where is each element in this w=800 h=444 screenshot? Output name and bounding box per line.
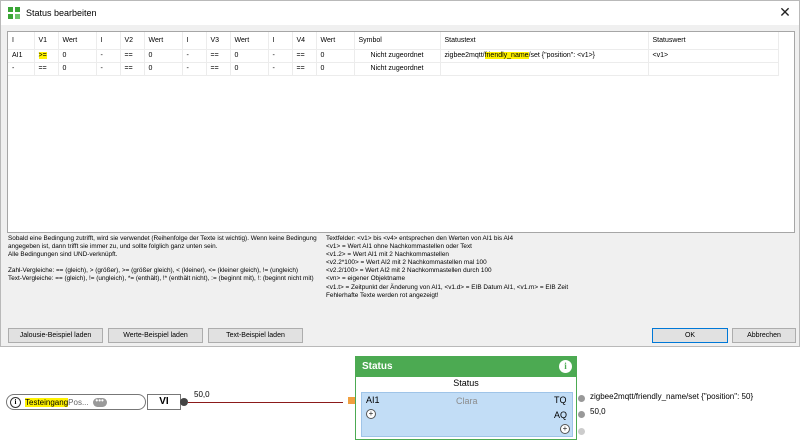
status-block-title: Status bbox=[362, 361, 393, 372]
table-cell[interactable]: 0 bbox=[316, 62, 355, 76]
status-table: I V1 Wert I V2 Wert I V3 Wert I V4 Wert … bbox=[7, 31, 795, 233]
operator-selected[interactable]: >= bbox=[38, 52, 47, 59]
status-edit-dialog: Status bearbeiten ✕ I V1 Wert I V2 Wert … bbox=[0, 0, 800, 347]
table-cell[interactable]: Nicht zugeordnet bbox=[354, 62, 441, 76]
table-cell[interactable]: == bbox=[292, 49, 317, 63]
table-cell[interactable]: 0 bbox=[58, 62, 97, 76]
app-icon bbox=[8, 7, 20, 19]
title-bar: Status bearbeiten ✕ bbox=[1, 1, 799, 25]
status-block-subtitle: Status bbox=[453, 378, 479, 388]
statustext-highlight: friendly_name bbox=[484, 52, 529, 59]
info-icon[interactable]: i bbox=[559, 360, 572, 373]
info-icon[interactable]: i bbox=[10, 396, 21, 408]
table-cell[interactable]: - bbox=[96, 49, 121, 63]
connection-wire[interactable] bbox=[188, 402, 343, 403]
input-node[interactable]: i Testeingang Pos... ••• bbox=[6, 394, 146, 410]
table-cell[interactable]: - bbox=[268, 49, 293, 63]
column-header: V4 bbox=[292, 32, 317, 50]
column-header: V1 bbox=[34, 32, 59, 50]
column-header: V3 bbox=[206, 32, 231, 50]
table-row[interactable]: AI1 >= 0 - == 0 - == 0 - == 0 Nicht zuge… bbox=[8, 49, 779, 63]
table-cell[interactable]: 0 bbox=[230, 49, 269, 63]
load-text-example-button[interactable]: Text-Beispiel laden bbox=[208, 328, 303, 343]
column-header: Wert bbox=[316, 32, 355, 50]
load-jalousie-example-button[interactable]: Jalousie-Beispiel laden bbox=[8, 328, 103, 343]
help-text-fields: Textfelder: <v1> bis <v4> entsprechen de… bbox=[326, 235, 569, 299]
statustext-part: /set {"position": <v1>} bbox=[528, 52, 596, 59]
table-cell[interactable]: == bbox=[292, 62, 317, 76]
column-header: I bbox=[8, 32, 35, 50]
table-cell[interactable]: == bbox=[120, 62, 145, 76]
table-cell[interactable]: >= bbox=[34, 49, 59, 63]
table-cell[interactable]: <v1> bbox=[648, 49, 779, 63]
more-options-icon[interactable]: ••• bbox=[92, 396, 107, 407]
table-cell[interactable]: - bbox=[8, 62, 35, 76]
table-row[interactable]: - == 0 - == 0 - == 0 - == 0 Nicht zugeor… bbox=[8, 62, 779, 76]
table-cell[interactable]: == bbox=[206, 49, 231, 63]
table-cell[interactable]: - bbox=[268, 62, 293, 76]
column-header: Symbol bbox=[354, 32, 441, 50]
table-cell[interactable]: 0 bbox=[144, 62, 183, 76]
load-values-example-button[interactable]: Werte-Beispiel laden bbox=[108, 328, 203, 343]
cancel-button[interactable]: Abbrechen bbox=[732, 328, 796, 343]
table-cell[interactable] bbox=[648, 62, 779, 76]
table-cell[interactable]: 0 bbox=[316, 49, 355, 63]
table-cell[interactable]: - bbox=[182, 49, 207, 63]
input-output-port[interactable] bbox=[180, 398, 188, 406]
table-cell[interactable]: 0 bbox=[58, 49, 97, 63]
table-cell[interactable]: == bbox=[206, 62, 231, 76]
column-header: Wert bbox=[58, 32, 97, 50]
table-cell[interactable]: AI1 bbox=[8, 49, 35, 63]
input-type-badge: VI bbox=[147, 394, 181, 410]
table-cell[interactable]: Nicht zugeordnet bbox=[354, 49, 441, 63]
output-tq-value: zigbee2mqtt/friendly_name/set {"position… bbox=[590, 392, 754, 401]
column-header: Wert bbox=[230, 32, 269, 50]
column-header: Wert bbox=[144, 32, 183, 50]
column-header: I bbox=[182, 32, 207, 50]
status-block-header: Status i bbox=[356, 357, 576, 377]
table-header-row: I V1 Wert I V2 Wert I V3 Wert I V4 Wert … bbox=[8, 32, 779, 50]
table-cell[interactable]: == bbox=[120, 49, 145, 63]
wire-value: 50,0 bbox=[194, 390, 210, 399]
output-aq-port[interactable] bbox=[578, 411, 585, 418]
output-tq-label: TQ bbox=[554, 395, 567, 405]
input-name-highlight: Testeingang bbox=[25, 397, 69, 407]
column-header: I bbox=[96, 32, 121, 50]
table-cell-statustext[interactable]: zigbee2mqtt/friendly_name/set {"position… bbox=[440, 49, 649, 63]
table-cell[interactable]: - bbox=[182, 62, 207, 76]
output-aq-label: AQ bbox=[554, 410, 568, 420]
column-header: Statustext bbox=[440, 32, 649, 50]
output-tq-port[interactable] bbox=[578, 395, 585, 402]
table-cell[interactable]: == bbox=[34, 62, 59, 76]
output-aq-value: 50,0 bbox=[590, 407, 606, 416]
status-block[interactable]: Status i Status AI1 Clara TQ AQ + + bbox=[355, 356, 577, 440]
input-port-label: AI1 bbox=[366, 395, 380, 405]
help-text-conditions: Sobald eine Bedingung zutrifft, wird sie… bbox=[8, 235, 317, 283]
close-icon[interactable]: ✕ bbox=[777, 5, 793, 21]
table-cell[interactable]: - bbox=[96, 62, 121, 76]
output-extra-port[interactable] bbox=[578, 428, 585, 435]
status-block-body: AI1 Clara TQ AQ + + bbox=[361, 392, 573, 437]
add-input-icon[interactable]: + bbox=[366, 409, 376, 419]
block-instance-name: Clara bbox=[456, 396, 478, 406]
input-name-rest: Pos... bbox=[68, 397, 89, 407]
ok-button[interactable]: OK bbox=[652, 328, 728, 343]
column-header: I bbox=[268, 32, 293, 50]
column-header: Statuswert bbox=[648, 32, 779, 50]
dialog-title: Status bearbeiten bbox=[26, 8, 97, 18]
statustext-part: zigbee2mqtt/ bbox=[444, 52, 485, 59]
table-cell-statustext[interactable] bbox=[440, 62, 649, 76]
table-cell[interactable]: 0 bbox=[144, 49, 183, 63]
table-cell[interactable]: 0 bbox=[230, 62, 269, 76]
column-header: V2 bbox=[120, 32, 145, 50]
add-output-icon[interactable]: + bbox=[560, 424, 570, 434]
